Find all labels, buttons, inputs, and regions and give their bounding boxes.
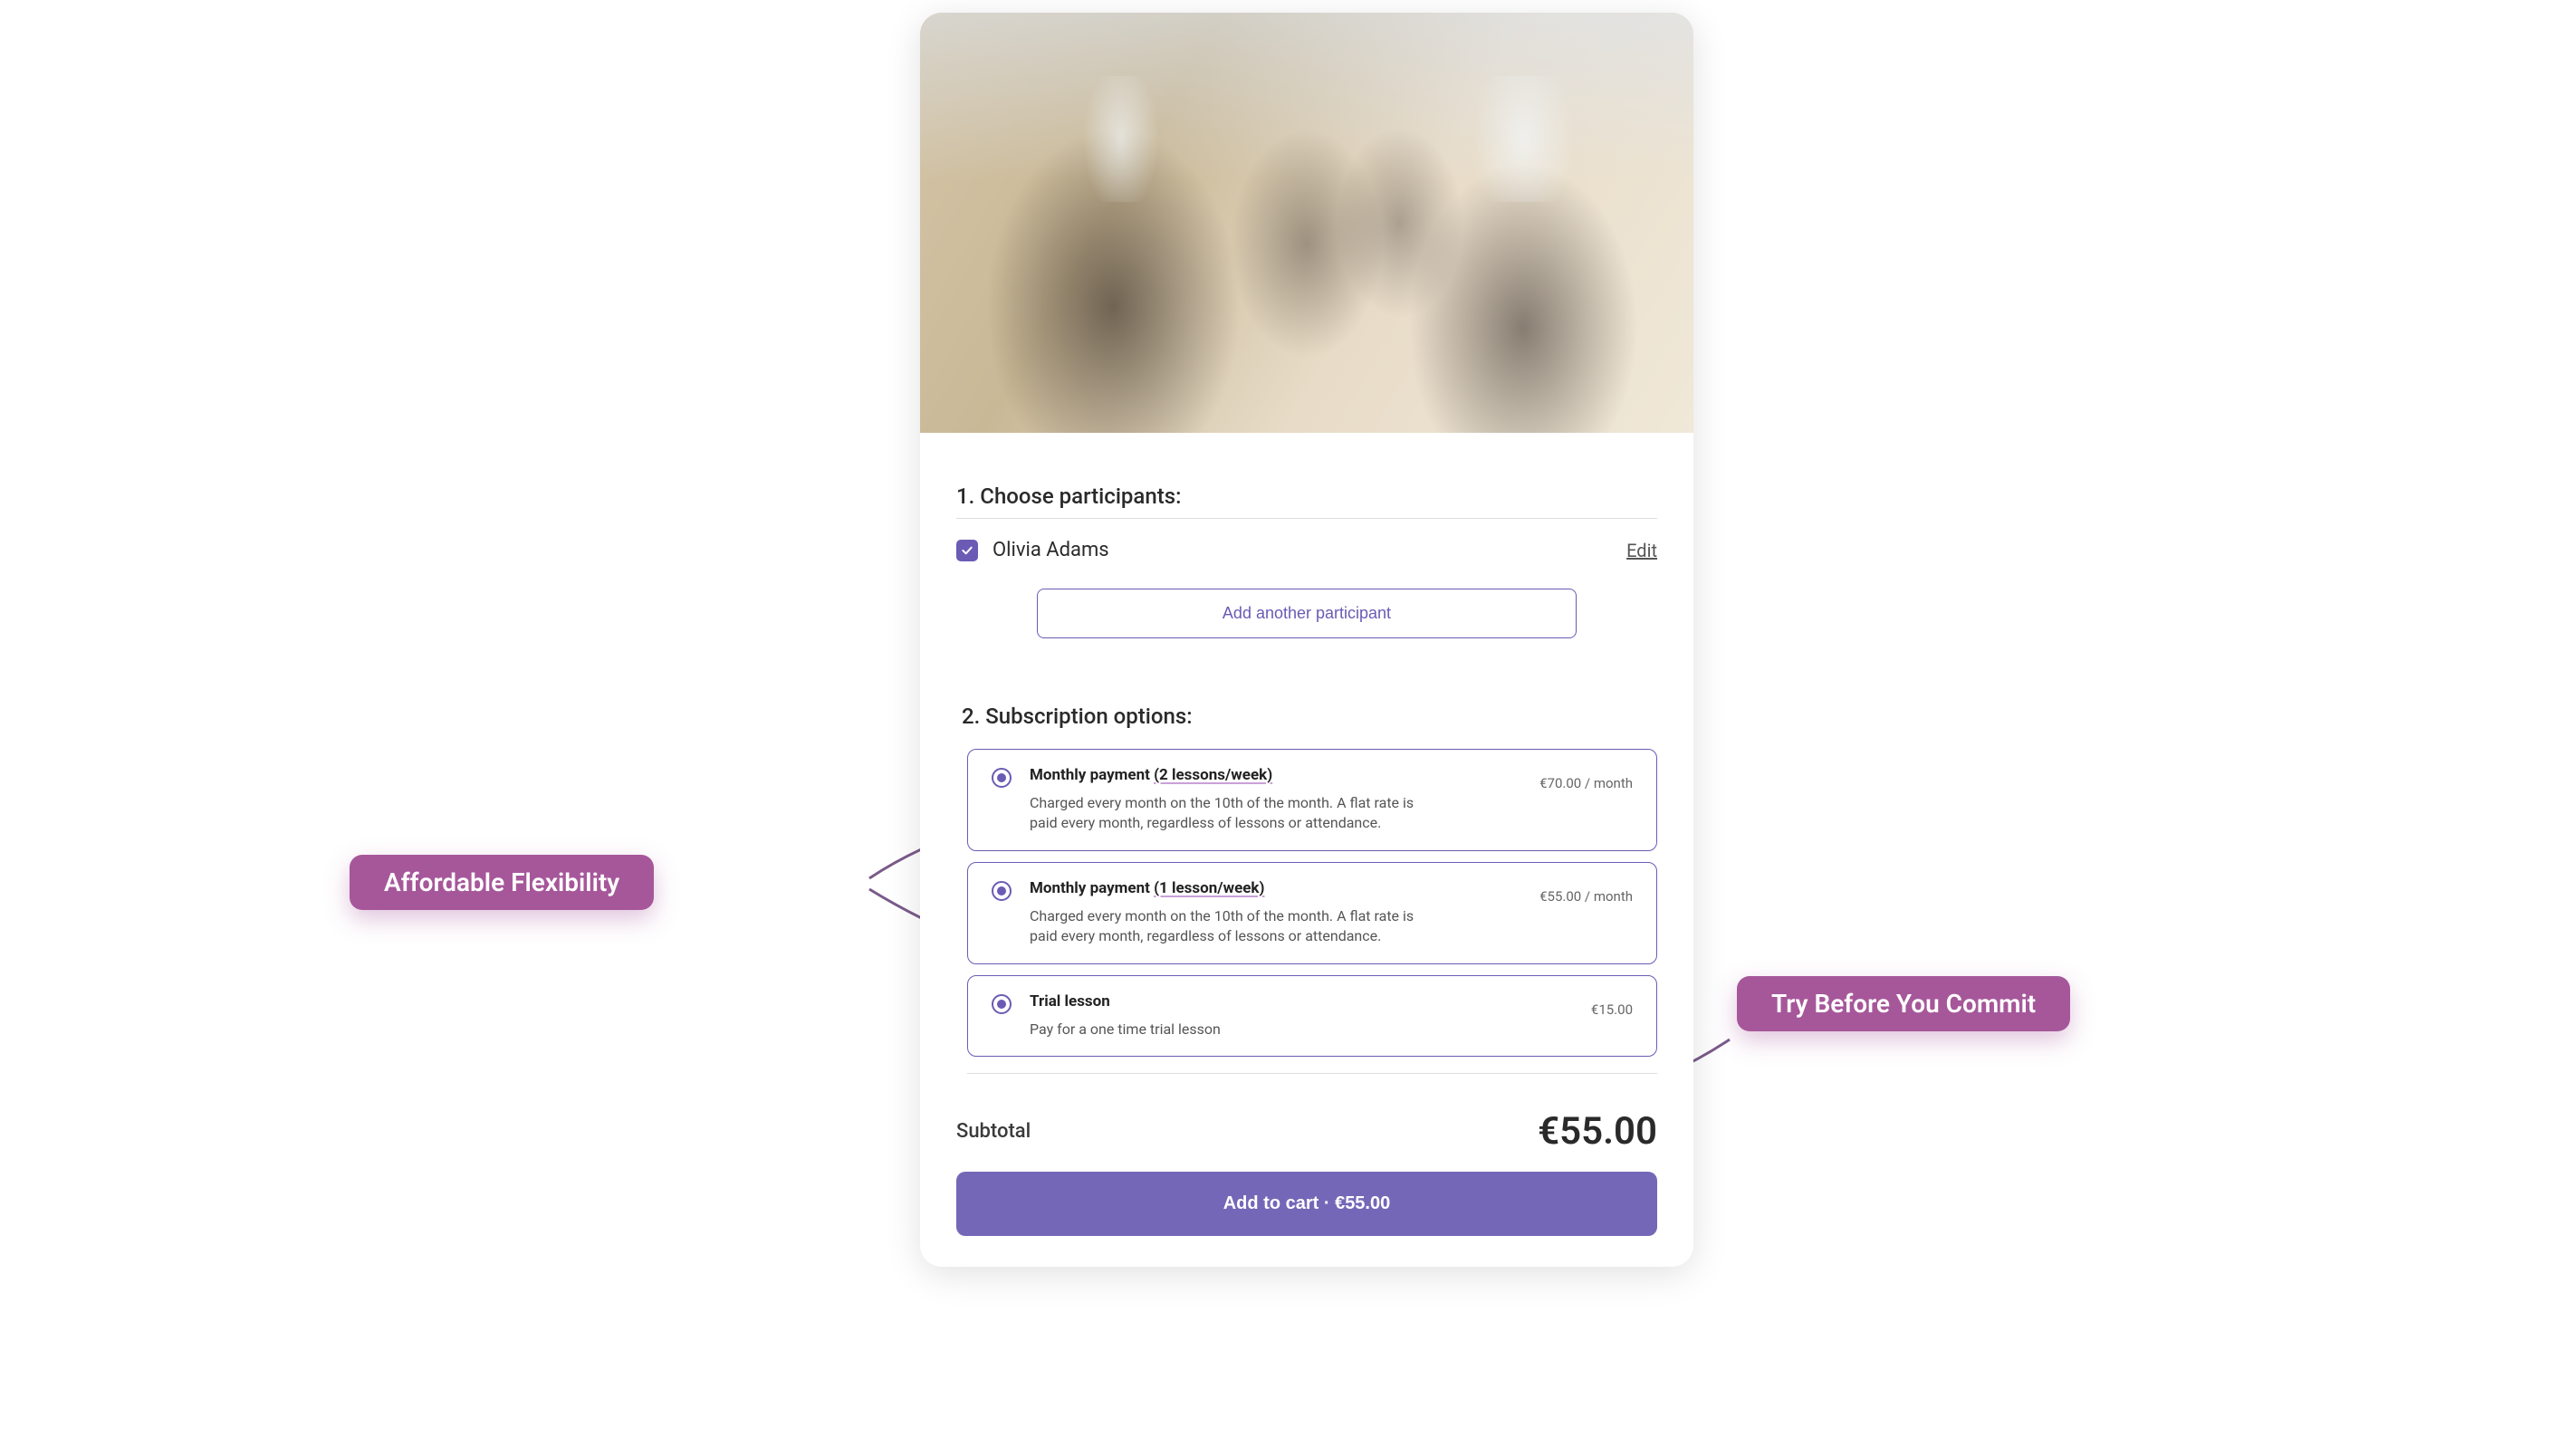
subscription-option-2-lessons[interactable]: Monthly payment (2 lessons/week) Charged… (967, 749, 1657, 851)
callout-right-text: Try Before You Commit (1771, 989, 2036, 1019)
option-price: €70.00 / month (1539, 775, 1633, 791)
option-price: €55.00 / month (1539, 888, 1633, 905)
section-title-choose: 1. Choose participants: (956, 484, 1657, 519)
divider (967, 1073, 1657, 1074)
option-price: €15.00 (1591, 1001, 1633, 1018)
participant-checkbox[interactable] (956, 540, 978, 561)
callout-trial: Try Before You Commit (1737, 976, 2070, 1031)
option-title-prefix: Monthly payment (1030, 766, 1154, 784)
subtotal-amount: €55.00 (1538, 1109, 1657, 1154)
option-title: Trial lesson (1030, 992, 1573, 1011)
radio-option-2[interactable] (992, 881, 1012, 901)
radio-dot-icon (997, 1000, 1006, 1009)
hero-image (920, 13, 1693, 433)
option-desc: Charged every month on the 10th of the m… (1030, 906, 1419, 947)
option-title-prefix: Monthly payment (1030, 879, 1154, 897)
edit-participant-link[interactable]: Edit (1626, 540, 1657, 561)
section-title-options: 2. Subscription options: (956, 704, 1657, 738)
booking-card: 1. Choose participants: Olivia Adams Edi… (920, 13, 1693, 1267)
option-title-highlight: (1 lesson/week) (1154, 879, 1264, 897)
add-to-cart-button[interactable]: Add to cart · €55.00 (956, 1172, 1657, 1236)
radio-dot-icon (997, 773, 1006, 782)
radio-dot-icon (997, 886, 1006, 896)
subtotal-label: Subtotal (956, 1120, 1031, 1143)
option-body: Monthly payment (1 lesson/week) Charged … (1030, 879, 1521, 947)
participant-row: Olivia Adams Edit (956, 519, 1657, 572)
option-title: Monthly payment (2 lessons/week) (1030, 766, 1521, 784)
option-desc: Charged every month on the 10th of the m… (1030, 793, 1419, 834)
radio-option-1[interactable] (992, 768, 1012, 788)
option-title: Monthly payment (1 lesson/week) (1030, 879, 1521, 897)
option-body: Trial lesson Pay for a one time trial le… (1030, 992, 1573, 1039)
subscription-option-trial[interactable]: Trial lesson Pay for a one time trial le… (967, 975, 1657, 1057)
option-title-prefix: Trial lesson (1030, 992, 1110, 1011)
subscription-option-1-lesson[interactable]: Monthly payment (1 lesson/week) Charged … (967, 862, 1657, 964)
participant-name: Olivia Adams (993, 539, 1626, 561)
add-participant-button[interactable]: Add another participant (1037, 589, 1577, 638)
option-body: Monthly payment (2 lessons/week) Charged… (1030, 766, 1521, 834)
callout-left-text: Affordable Flexibility (384, 867, 619, 897)
option-desc: Pay for a one time trial lesson (1030, 1020, 1419, 1039)
radio-option-3[interactable] (992, 994, 1012, 1014)
choose-participants-section: 1. Choose participants: Olivia Adams Edi… (920, 484, 1693, 638)
callout-affordable: Affordable Flexibility (350, 855, 654, 910)
subscription-options-section: 2. Subscription options: (920, 704, 1693, 738)
option-title-highlight: (2 lessons/week) (1154, 766, 1272, 784)
check-icon (960, 543, 974, 558)
subtotal-row: Subtotal €55.00 (920, 1083, 1693, 1154)
